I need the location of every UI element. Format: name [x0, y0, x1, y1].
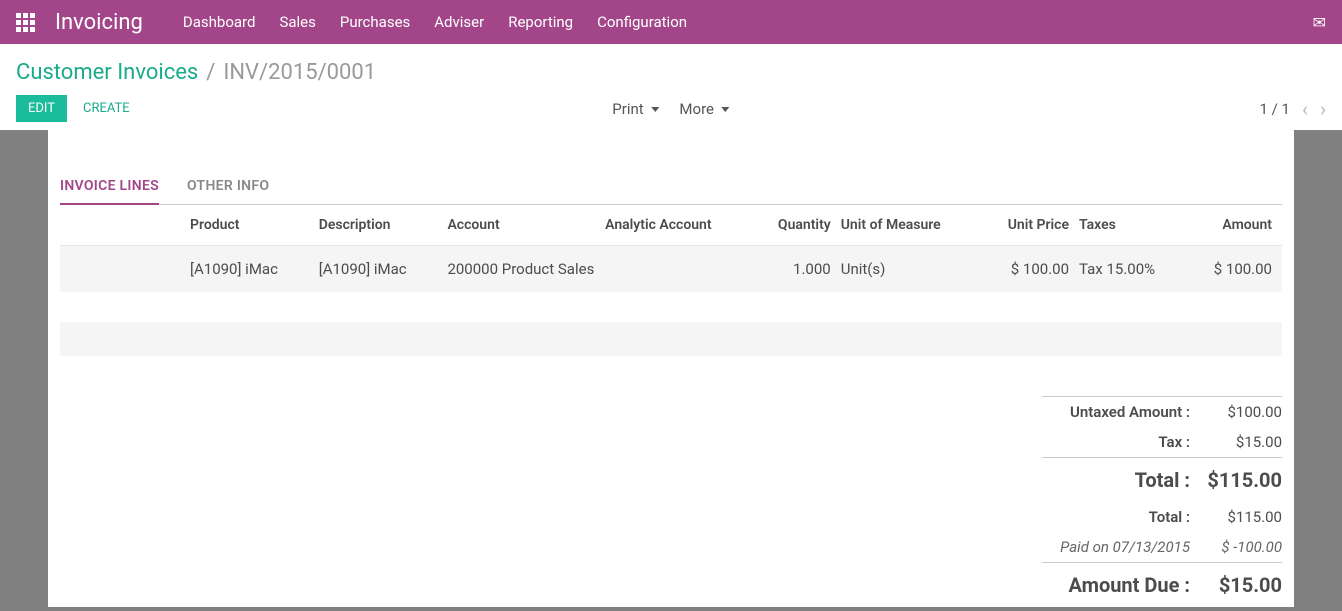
topbar: Invoicing Dashboard Sales Purchases Advi… — [0, 0, 1342, 44]
breadcrumb-separator: / — [206, 60, 215, 85]
nav-adviser[interactable]: Adviser — [434, 13, 484, 31]
untaxed-label: Untaxed Amount : — [1042, 403, 1202, 421]
empty-row — [60, 322, 1282, 356]
col-account: Account — [447, 205, 605, 246]
sub-total-label: Total : — [1042, 508, 1202, 526]
pager-prev-icon[interactable]: ‹ — [1302, 97, 1308, 121]
paid-label: Paid on 07/13/2015 — [1042, 538, 1202, 556]
mail-icon[interactable]: ✉ — [1313, 13, 1326, 32]
col-unit-price: Unit Price — [985, 205, 1079, 246]
col-product: Product — [190, 205, 319, 246]
breadcrumb-parent[interactable]: Customer Invoices — [16, 60, 198, 85]
apps-icon[interactable] — [16, 13, 35, 32]
cell-analytic — [605, 246, 758, 293]
caret-down-icon — [651, 107, 659, 112]
col-description: Description — [319, 205, 448, 246]
breadcrumb-current: INV/2015/0001 — [223, 60, 376, 85]
due-value: $15.00 — [1202, 573, 1282, 597]
nav-configuration[interactable]: Configuration — [597, 13, 687, 31]
main-area: INVOICE LINES OTHER INFO Product Descrip… — [0, 130, 1342, 607]
nav-dashboard[interactable]: Dashboard — [183, 13, 256, 31]
paid-value: $ -100.00 — [1202, 538, 1282, 556]
caret-down-icon — [722, 107, 730, 112]
table-row[interactable]: [A1090] iMac [A1090] iMac 200000 Product… — [60, 246, 1282, 293]
nav-purchases[interactable]: Purchases — [340, 13, 410, 31]
tab-other-info[interactable]: OTHER INFO — [187, 178, 269, 204]
untaxed-value: $100.00 — [1202, 403, 1282, 421]
create-button[interactable]: CREATE — [83, 101, 130, 116]
cell-amount: $ 100.00 — [1192, 246, 1282, 293]
col-taxes: Taxes — [1079, 205, 1192, 246]
breadcrumb: Customer Invoices / INV/2015/0001 — [16, 60, 1326, 85]
invoice-lines-table: Product Description Account Analytic Acc… — [60, 205, 1282, 292]
cell-qty: 1.000 — [758, 246, 841, 293]
sub-total-value: $115.00 — [1202, 508, 1282, 526]
print-dropdown[interactable]: Print — [612, 100, 659, 118]
more-dropdown[interactable]: More — [679, 100, 729, 118]
total-label: Total : — [1042, 468, 1202, 492]
cell-product: [A1090] iMac — [190, 246, 319, 293]
app-title: Invoicing — [55, 10, 143, 35]
tab-invoice-lines[interactable]: INVOICE LINES — [60, 178, 159, 204]
nav-reporting[interactable]: Reporting — [508, 13, 573, 31]
tax-label: Tax : — [1042, 433, 1202, 451]
cell-uom: Unit(s) — [841, 246, 986, 293]
cell-unit-price: $ 100.00 — [985, 246, 1079, 293]
due-label: Amount Due : — [1042, 573, 1202, 597]
top-nav: Dashboard Sales Purchases Adviser Report… — [183, 13, 687, 31]
form-sheet: INVOICE LINES OTHER INFO Product Descrip… — [48, 130, 1294, 607]
col-quantity: Quantity — [758, 205, 841, 246]
nav-sales[interactable]: Sales — [279, 13, 315, 31]
col-amount: Amount — [1192, 205, 1282, 246]
pager-next-icon[interactable]: › — [1320, 97, 1326, 121]
tabs: INVOICE LINES OTHER INFO — [60, 130, 1282, 205]
cell-taxes: Tax 15.00% — [1079, 246, 1192, 293]
totals: Untaxed Amount : $100.00 Tax : $15.00 To… — [1042, 396, 1282, 607]
content-header: Customer Invoices / INV/2015/0001 EDIT C… — [0, 44, 1342, 130]
cell-account: 200000 Product Sales — [447, 246, 605, 293]
total-value: $115.00 — [1202, 468, 1282, 492]
col-analytic: Analytic Account — [605, 205, 758, 246]
pager-text: 1 / 1 — [1259, 100, 1290, 118]
tax-value: $15.00 — [1202, 433, 1282, 451]
col-uom: Unit of Measure — [841, 205, 986, 246]
edit-button[interactable]: EDIT — [16, 95, 67, 122]
cell-description: [A1090] iMac — [319, 246, 448, 293]
toolbar: EDIT CREATE Print More 1 / 1 ‹ › — [16, 95, 1326, 122]
